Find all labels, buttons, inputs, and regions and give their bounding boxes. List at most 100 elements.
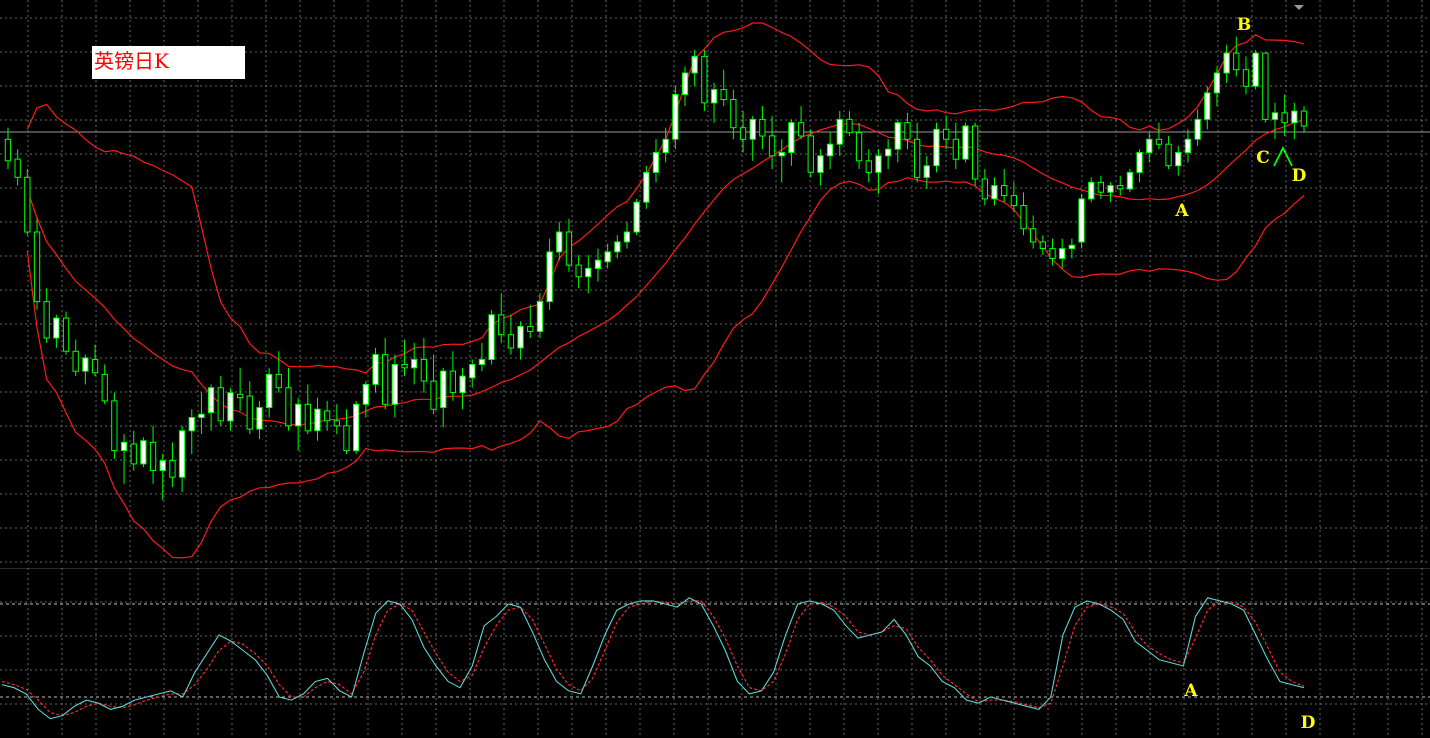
candle	[623, 222, 631, 249]
candle-body	[449, 370, 457, 394]
candle-body	[1252, 52, 1259, 87]
candle	[295, 397, 302, 451]
candle	[1155, 122, 1163, 150]
candle-body	[304, 403, 312, 432]
candle	[159, 453, 166, 501]
candle	[652, 139, 660, 183]
candle-body	[324, 410, 331, 422]
candle-body	[343, 425, 350, 452]
candle-body	[188, 417, 195, 432]
candle-body	[885, 148, 892, 157]
candle-body	[1184, 138, 1192, 154]
candle-body	[1097, 181, 1104, 193]
candle-body	[72, 350, 79, 372]
candle	[207, 384, 215, 431]
candle-body	[1204, 92, 1211, 120]
candle	[855, 122, 863, 170]
candle	[1107, 182, 1114, 203]
candle	[449, 351, 457, 401]
candle-body	[1107, 185, 1114, 193]
candle-body	[817, 155, 824, 173]
candle	[4, 127, 12, 170]
candle-body	[43, 301, 50, 339]
candle	[1001, 169, 1008, 203]
candle-body	[469, 364, 476, 379]
candle	[1117, 175, 1124, 196]
candle	[1088, 177, 1095, 203]
candle-body	[778, 152, 785, 157]
candle-body	[362, 383, 370, 405]
candle-body	[972, 125, 979, 180]
candle-body	[681, 72, 689, 95]
candle-body	[1291, 110, 1298, 124]
candle	[1194, 109, 1201, 146]
candle-body	[217, 387, 224, 422]
candle	[227, 387, 234, 431]
candle-body	[517, 325, 524, 349]
candle	[807, 129, 814, 178]
candle-body	[372, 354, 379, 385]
candle-body	[507, 334, 515, 349]
candle-body	[720, 89, 727, 100]
candle-body	[488, 314, 495, 360]
candle-body	[459, 375, 466, 394]
candle-body	[275, 373, 282, 389]
candle-body	[227, 392, 234, 422]
candle-body	[401, 364, 408, 369]
bollinger-lower-band	[26, 177, 1305, 559]
candle	[101, 364, 108, 405]
candle	[923, 155, 930, 189]
candle-body	[855, 132, 863, 162]
candle-body	[623, 231, 631, 243]
candle-body	[1262, 52, 1269, 120]
candle-body	[314, 408, 321, 432]
candle	[169, 442, 176, 488]
candle-body	[594, 259, 602, 270]
candle-body	[169, 460, 176, 478]
candle	[459, 367, 466, 410]
candle	[604, 243, 611, 269]
candle-body	[1136, 152, 1143, 173]
candle-body	[1165, 143, 1172, 167]
candle-body	[914, 138, 921, 178]
candle-body	[846, 118, 853, 134]
candle-body	[730, 99, 737, 129]
stoch-signal-line	[1, 600, 1305, 717]
candle	[188, 409, 195, 454]
candle-body	[981, 178, 989, 200]
candle	[594, 248, 602, 282]
chart-title: 英镑日K	[94, 49, 169, 73]
candle	[498, 293, 505, 343]
candle	[256, 400, 263, 440]
stoch-main-line	[1, 597, 1305, 720]
candle	[894, 119, 901, 163]
candle-body	[691, 55, 698, 74]
candle-body	[1194, 118, 1201, 140]
candle-body	[962, 125, 969, 160]
candle-body	[237, 393, 244, 399]
scroll-indicator-icon	[1294, 5, 1304, 10]
candle-body	[149, 441, 157, 471]
candle	[739, 111, 747, 153]
candle-body	[933, 128, 940, 167]
candle	[1262, 52, 1269, 123]
candle	[440, 367, 447, 428]
candle	[759, 106, 766, 150]
candle	[507, 314, 515, 355]
candle	[797, 106, 805, 140]
stoch-annotation-label-d: D	[1301, 713, 1316, 733]
candle	[546, 238, 553, 310]
chart-title-box: 英镑日K	[92, 46, 245, 79]
candle-body	[556, 231, 563, 253]
candle	[778, 139, 785, 183]
candle	[1059, 238, 1066, 269]
candle	[488, 309, 495, 365]
candle	[198, 392, 205, 435]
candle	[1175, 145, 1182, 176]
candle	[1184, 129, 1192, 163]
candle	[1020, 192, 1027, 236]
candle	[1233, 36, 1240, 77]
candle-body	[1126, 171, 1134, 190]
candle-body	[4, 138, 12, 162]
candle	[788, 119, 795, 166]
